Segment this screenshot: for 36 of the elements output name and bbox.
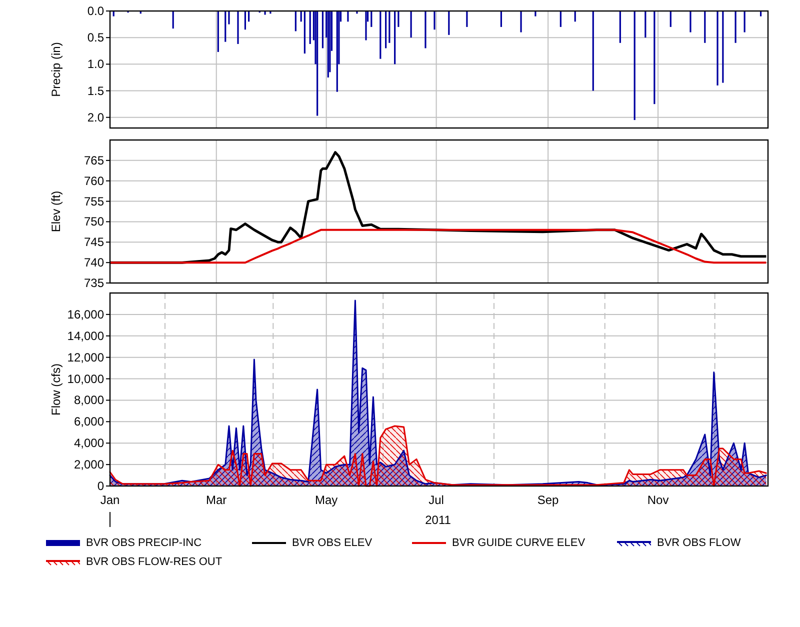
axis-tick-label: 735 bbox=[84, 276, 104, 288]
axis-tick-label: Mar bbox=[206, 493, 227, 507]
axis-tick-label: 0.0 bbox=[87, 4, 104, 18]
axis-tick-label: 755 bbox=[84, 194, 104, 208]
axis-title: Flow (cfs) bbox=[49, 364, 63, 416]
axis-tick-label: 10,000 bbox=[67, 372, 104, 386]
axis-tick-label: 16,000 bbox=[67, 307, 104, 322]
axis-tick-label: Jan bbox=[100, 493, 120, 507]
axis-tick-label: 760 bbox=[84, 174, 104, 188]
axis-tick-label: 745 bbox=[84, 235, 104, 250]
axis-tick-label: 0.5 bbox=[87, 30, 104, 45]
legend-label: BVR OBS PRECIP-INC bbox=[86, 536, 202, 551]
axis-tick-label: 2,000 bbox=[74, 458, 104, 472]
axis-tick-label: 6,000 bbox=[74, 414, 104, 429]
axis-tick-label: May bbox=[315, 493, 338, 507]
axis-tick-label: Sep bbox=[537, 493, 559, 507]
axis-tick-label: 1.5 bbox=[87, 84, 104, 98]
axis-tick-label: 2.0 bbox=[87, 110, 104, 124]
legend-label: BVR GUIDE CURVE ELEV bbox=[452, 536, 586, 551]
legend-label: BVR OBS FLOW-RES OUT bbox=[86, 554, 222, 570]
axis-title: Elev (ft) bbox=[49, 190, 63, 232]
axis-tick-label: 750 bbox=[84, 214, 104, 229]
legend-label: BVR OBS ELEV bbox=[292, 536, 372, 551]
axis-tick-label: 1.0 bbox=[87, 57, 104, 72]
axis-tick-label: 8,000 bbox=[74, 393, 104, 408]
axis-title: Precip (in) bbox=[49, 42, 63, 97]
axis-tick-label: 740 bbox=[84, 256, 104, 270]
axis-tick-label: 0 bbox=[97, 479, 104, 493]
axis-tick-label: Jul bbox=[428, 493, 444, 507]
axis-tick-label: 765 bbox=[84, 153, 104, 168]
axis-tick-label: 4,000 bbox=[74, 436, 104, 450]
axis-tick-label: Nov bbox=[647, 493, 669, 507]
axis-title: 2011 bbox=[425, 513, 451, 527]
axis-tick-label: 14,000 bbox=[67, 328, 104, 343]
legend-label: BVR OBS FLOW bbox=[657, 536, 741, 551]
axis-tick-label: 12,000 bbox=[67, 350, 104, 364]
